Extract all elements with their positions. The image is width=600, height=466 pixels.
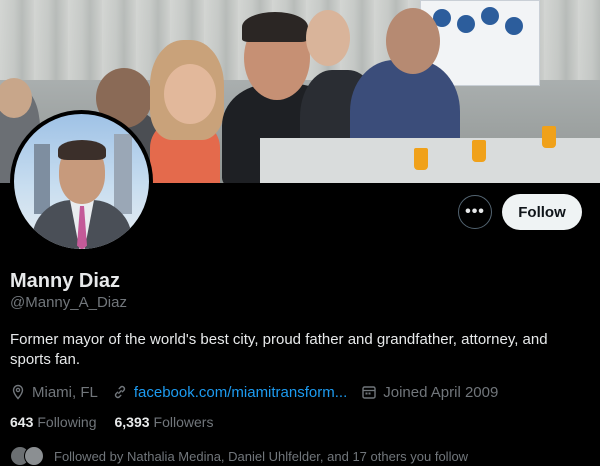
- follow-button[interactable]: Follow: [502, 194, 582, 230]
- following-label: Following: [37, 414, 97, 430]
- location-text: Miami, FL: [32, 383, 98, 401]
- location-icon: [12, 384, 24, 400]
- following-link[interactable]: 643 Following: [10, 414, 97, 430]
- website-link[interactable]: facebook.com/miamitransform...: [134, 384, 347, 401]
- followed-by[interactable]: Followed by Nathalia Medina, Daniel Uhlf…: [10, 446, 468, 466]
- profile-bio: Former mayor of the world's best city, p…: [10, 331, 548, 368]
- more-options-icon: •••: [465, 203, 485, 220]
- link-icon: [114, 385, 125, 399]
- profile-handle: @Manny_A_Diaz: [10, 294, 127, 311]
- follower-avatar: [24, 446, 44, 466]
- joined-text: Joined April 2009: [383, 383, 499, 401]
- followed-by-text: Followed by Nathalia Medina, Daniel Uhlf…: [54, 448, 469, 464]
- profile-name: Manny Diaz: [10, 270, 121, 292]
- profile-meta: Miami, FL facebook.com/miamitransform...…: [10, 382, 512, 402]
- more-options-button[interactable]: •••: [458, 195, 492, 229]
- joined-item: Joined April 2009: [361, 384, 498, 401]
- followers-count: 6,393: [114, 414, 150, 430]
- website-item[interactable]: facebook.com/miamitransform...: [112, 384, 347, 401]
- followers-link[interactable]: 6,393 Followers: [115, 414, 214, 430]
- location-item: Miami, FL: [10, 384, 98, 401]
- avatar[interactable]: [10, 110, 153, 253]
- followers-label: Followers: [153, 414, 214, 430]
- avatar-photo: [14, 114, 149, 249]
- following-count: 643: [10, 414, 34, 430]
- calendar-icon: [362, 386, 376, 399]
- follow-counts: 643 Following 6,393 Followers: [10, 414, 231, 430]
